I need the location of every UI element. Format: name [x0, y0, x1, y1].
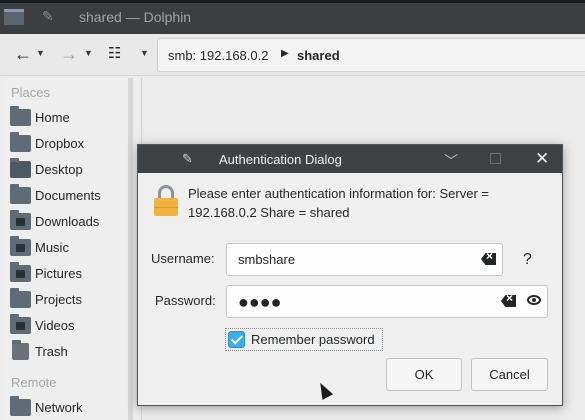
username-field[interactable]: smbshare	[226, 243, 503, 276]
cancel-button[interactable]: Cancel	[471, 358, 548, 391]
top-strip	[0, 0, 585, 3]
show-password-icon[interactable]	[527, 295, 541, 305]
maximize-icon[interactable]	[490, 153, 501, 164]
videos-folder-icon	[10, 314, 31, 334]
main-toolbar: ← ▼ → ▼ ☷ ▼ smb: 192.168.0.2 ▶ shared	[0, 34, 585, 76]
password-label: Password:	[155, 293, 216, 308]
places-item-label: Documents	[35, 188, 101, 203]
checkbox-checked-icon[interactable]	[228, 331, 245, 348]
places-item-label: Desktop	[35, 162, 83, 177]
help-button[interactable]: ?	[523, 251, 532, 269]
places-scrollbar[interactable]	[128, 78, 133, 420]
places-item-label: Pictures	[35, 266, 82, 281]
places-panel: Places Home Dropbox Desktop Documents Do…	[4, 78, 132, 420]
places-item-label: Downloads	[35, 214, 100, 229]
remote-section-title: Remote	[11, 375, 57, 390]
breadcrumb-folder[interactable]: shared	[297, 48, 340, 63]
projects-folder-icon	[10, 288, 31, 308]
authentication-dialog: ✎ Authentication Dialog ﹀ ✕ Please enter…	[137, 144, 563, 406]
username-label: Username:	[151, 251, 215, 266]
remember-password-checkbox[interactable]: Remember password	[225, 328, 383, 351]
places-item-home[interactable]: Home	[10, 106, 132, 129]
desktop-icon	[10, 158, 31, 178]
breadcrumb-host[interactable]: smb: 192.168.0.2	[168, 48, 268, 63]
breadcrumb-separator-icon: ▶	[281, 48, 289, 59]
places-item-label: Videos	[35, 318, 75, 333]
location-bar[interactable]: smb: 192.168.0.2 ▶ shared	[157, 38, 585, 72]
places-item-pictures[interactable]: Pictures	[10, 262, 132, 285]
places-item-label: Music	[35, 240, 69, 255]
dropbox-folder-icon	[10, 132, 31, 152]
clear-text-icon[interactable]	[501, 295, 516, 307]
places-item-projects[interactable]: Projects	[10, 288, 132, 311]
dialog-title: Authentication Dialog	[219, 152, 342, 167]
home-folder-icon	[10, 106, 31, 126]
dolphin-app-icon[interactable]	[4, 9, 24, 25]
pin-icon[interactable]: ✎	[42, 8, 54, 25]
remember-password-label: Remember password	[251, 332, 375, 347]
pin-icon[interactable]: ✎	[182, 151, 193, 167]
password-value: ●●●●	[238, 292, 282, 312]
places-item-documents[interactable]: Documents	[10, 184, 132, 207]
auth-message: Please enter authentication information …	[188, 186, 489, 220]
username-value: smbshare	[238, 252, 296, 267]
window-title: shared — Dolphin	[79, 9, 192, 25]
places-item-trash[interactable]: Trash	[10, 340, 132, 363]
forward-arrow-icon[interactable]: →	[60, 43, 78, 67]
places-item-label: Home	[35, 110, 70, 125]
places-item-music[interactable]: Music	[10, 236, 132, 259]
pictures-folder-icon	[10, 262, 31, 282]
back-arrow-icon[interactable]: ←	[14, 43, 32, 67]
places-item-downloads[interactable]: Downloads	[10, 210, 132, 233]
music-folder-icon	[10, 236, 31, 256]
ok-button[interactable]: OK	[386, 358, 462, 391]
documents-folder-icon	[10, 184, 31, 204]
places-item-videos[interactable]: Videos	[10, 314, 132, 337]
back-history-chevron-icon[interactable]: ▼	[36, 48, 45, 58]
trash-icon	[12, 340, 29, 360]
clear-text-icon[interactable]	[481, 253, 496, 265]
window-titlebar: ✎ shared — Dolphin	[0, 0, 585, 34]
places-item-label: Trash	[35, 344, 68, 359]
close-icon[interactable]: ✕	[535, 149, 549, 169]
network-folder-icon	[10, 396, 31, 416]
places-section-title: Places	[11, 85, 51, 100]
minimize-icon[interactable]: ﹀	[444, 151, 458, 171]
dialog-titlebar: ✎ Authentication Dialog ﹀ ✕	[138, 145, 562, 173]
places-item-desktop[interactable]: Desktop	[10, 158, 132, 181]
places-item-network[interactable]: Network	[10, 396, 132, 419]
forward-history-chevron-icon[interactable]: ▼	[84, 48, 93, 58]
places-item-label: Dropbox	[35, 136, 85, 151]
places-item-dropbox[interactable]: Dropbox	[10, 132, 132, 155]
lock-icon	[154, 185, 178, 217]
password-field[interactable]: ●●●●	[226, 285, 548, 318]
places-item-label: Projects	[35, 292, 82, 307]
places-item-label: Network	[35, 400, 83, 415]
view-mode-icon[interactable]: ☷	[108, 43, 121, 67]
view-mode-chevron-icon[interactable]: ▼	[140, 48, 149, 58]
downloads-folder-icon	[10, 210, 31, 230]
